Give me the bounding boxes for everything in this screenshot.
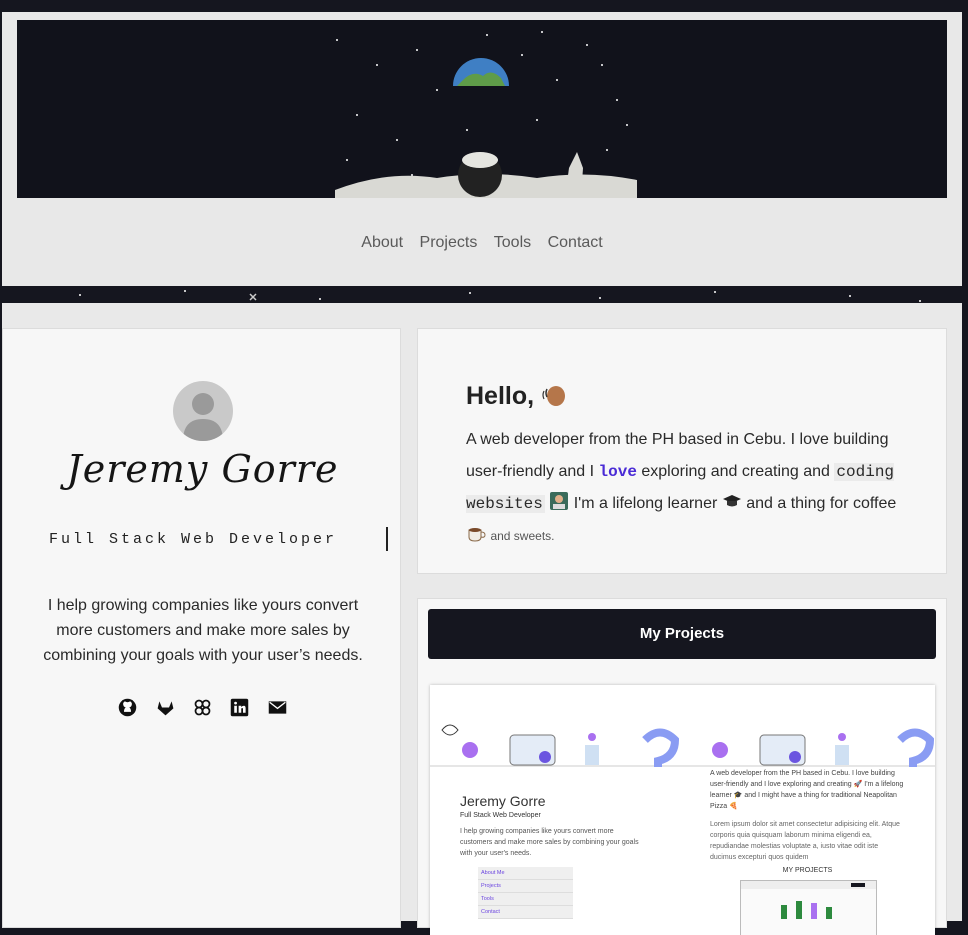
preview-mini-screenshot bbox=[740, 880, 877, 935]
intro-part2: exploring and creating and bbox=[641, 463, 830, 480]
intro-love-word: love bbox=[598, 463, 637, 481]
space-banner-illustration bbox=[17, 20, 947, 198]
codepen-icon[interactable] bbox=[192, 697, 213, 718]
intro-part3: I'm a lifelong learner bbox=[573, 495, 718, 512]
preview-nav-item: Projects bbox=[478, 880, 573, 893]
preview-nav: About Me Projects Tools Contact bbox=[478, 867, 573, 919]
project-preview-screenshot[interactable]: Jeremy Gorre Full Stack Web Developer I … bbox=[430, 685, 935, 935]
preview-my-projects-heading: MY PROJECTS bbox=[782, 867, 833, 874]
mail-icon[interactable] bbox=[267, 697, 288, 718]
technologist-icon bbox=[549, 491, 569, 511]
main-nav: About Projects Tools Contact bbox=[2, 234, 962, 252]
preview-intro-text: A web developer from the PH based in Ceb… bbox=[710, 770, 904, 810]
intro-card: Hello, A web developer from the PH based… bbox=[417, 328, 947, 574]
intro-part4: and a thing for coffee bbox=[746, 495, 897, 512]
typing-cursor bbox=[386, 527, 388, 551]
social-links bbox=[3, 697, 402, 718]
preview-lorem-text: Lorem ipsum dolor sit amet consectetur a… bbox=[710, 821, 900, 861]
preview-name: Jeremy Gorre bbox=[460, 793, 546, 809]
intro-heading: Hello, bbox=[466, 381, 569, 411]
preview-nav-item: Contact bbox=[478, 906, 573, 919]
avatar bbox=[173, 381, 233, 441]
coffee-icon bbox=[466, 523, 486, 543]
my-projects-button[interactable]: My Projects bbox=[428, 609, 936, 659]
preview-nav-item: Tools bbox=[478, 893, 573, 906]
nav-projects[interactable]: Projects bbox=[420, 234, 478, 251]
preview-illustration-strip bbox=[430, 724, 935, 767]
intro-text: A web developer from the PH based in Ceb… bbox=[466, 424, 916, 552]
nav-contact[interactable]: Contact bbox=[548, 234, 603, 251]
intro-small-text: and sweets. bbox=[490, 529, 555, 543]
profile-name: Jeremy Gorre bbox=[66, 447, 339, 491]
profile-role: Full Stack Web Developer bbox=[48, 531, 338, 548]
site-header: About Projects Tools Contact bbox=[2, 12, 962, 286]
github-icon[interactable] bbox=[117, 697, 138, 718]
linkedin-icon[interactable] bbox=[229, 697, 250, 718]
profile-card: Jeremy Gorre Full Stack Web Developer I … bbox=[2, 328, 401, 928]
main-content: Jeremy Gorre Full Stack Web Developer I … bbox=[2, 303, 962, 935]
intro-heading-text: Hello, bbox=[466, 382, 535, 410]
graduation-cap-icon bbox=[722, 491, 742, 511]
nav-tools[interactable]: Tools bbox=[494, 234, 531, 251]
profile-pitch: I help growing companies like yours conv… bbox=[43, 597, 363, 664]
preview-pitch: I help growing companies like yours conv… bbox=[460, 828, 639, 857]
gitlab-icon[interactable] bbox=[155, 697, 176, 718]
projects-card: My Projects Jeremy Gorre Full Stack Web … bbox=[417, 598, 947, 935]
preview-role: Full Stack Web Developer bbox=[460, 812, 541, 819]
nav-about[interactable]: About bbox=[361, 234, 403, 251]
waving-hand-icon bbox=[541, 381, 569, 409]
preview-nav-item: About Me bbox=[478, 867, 573, 880]
